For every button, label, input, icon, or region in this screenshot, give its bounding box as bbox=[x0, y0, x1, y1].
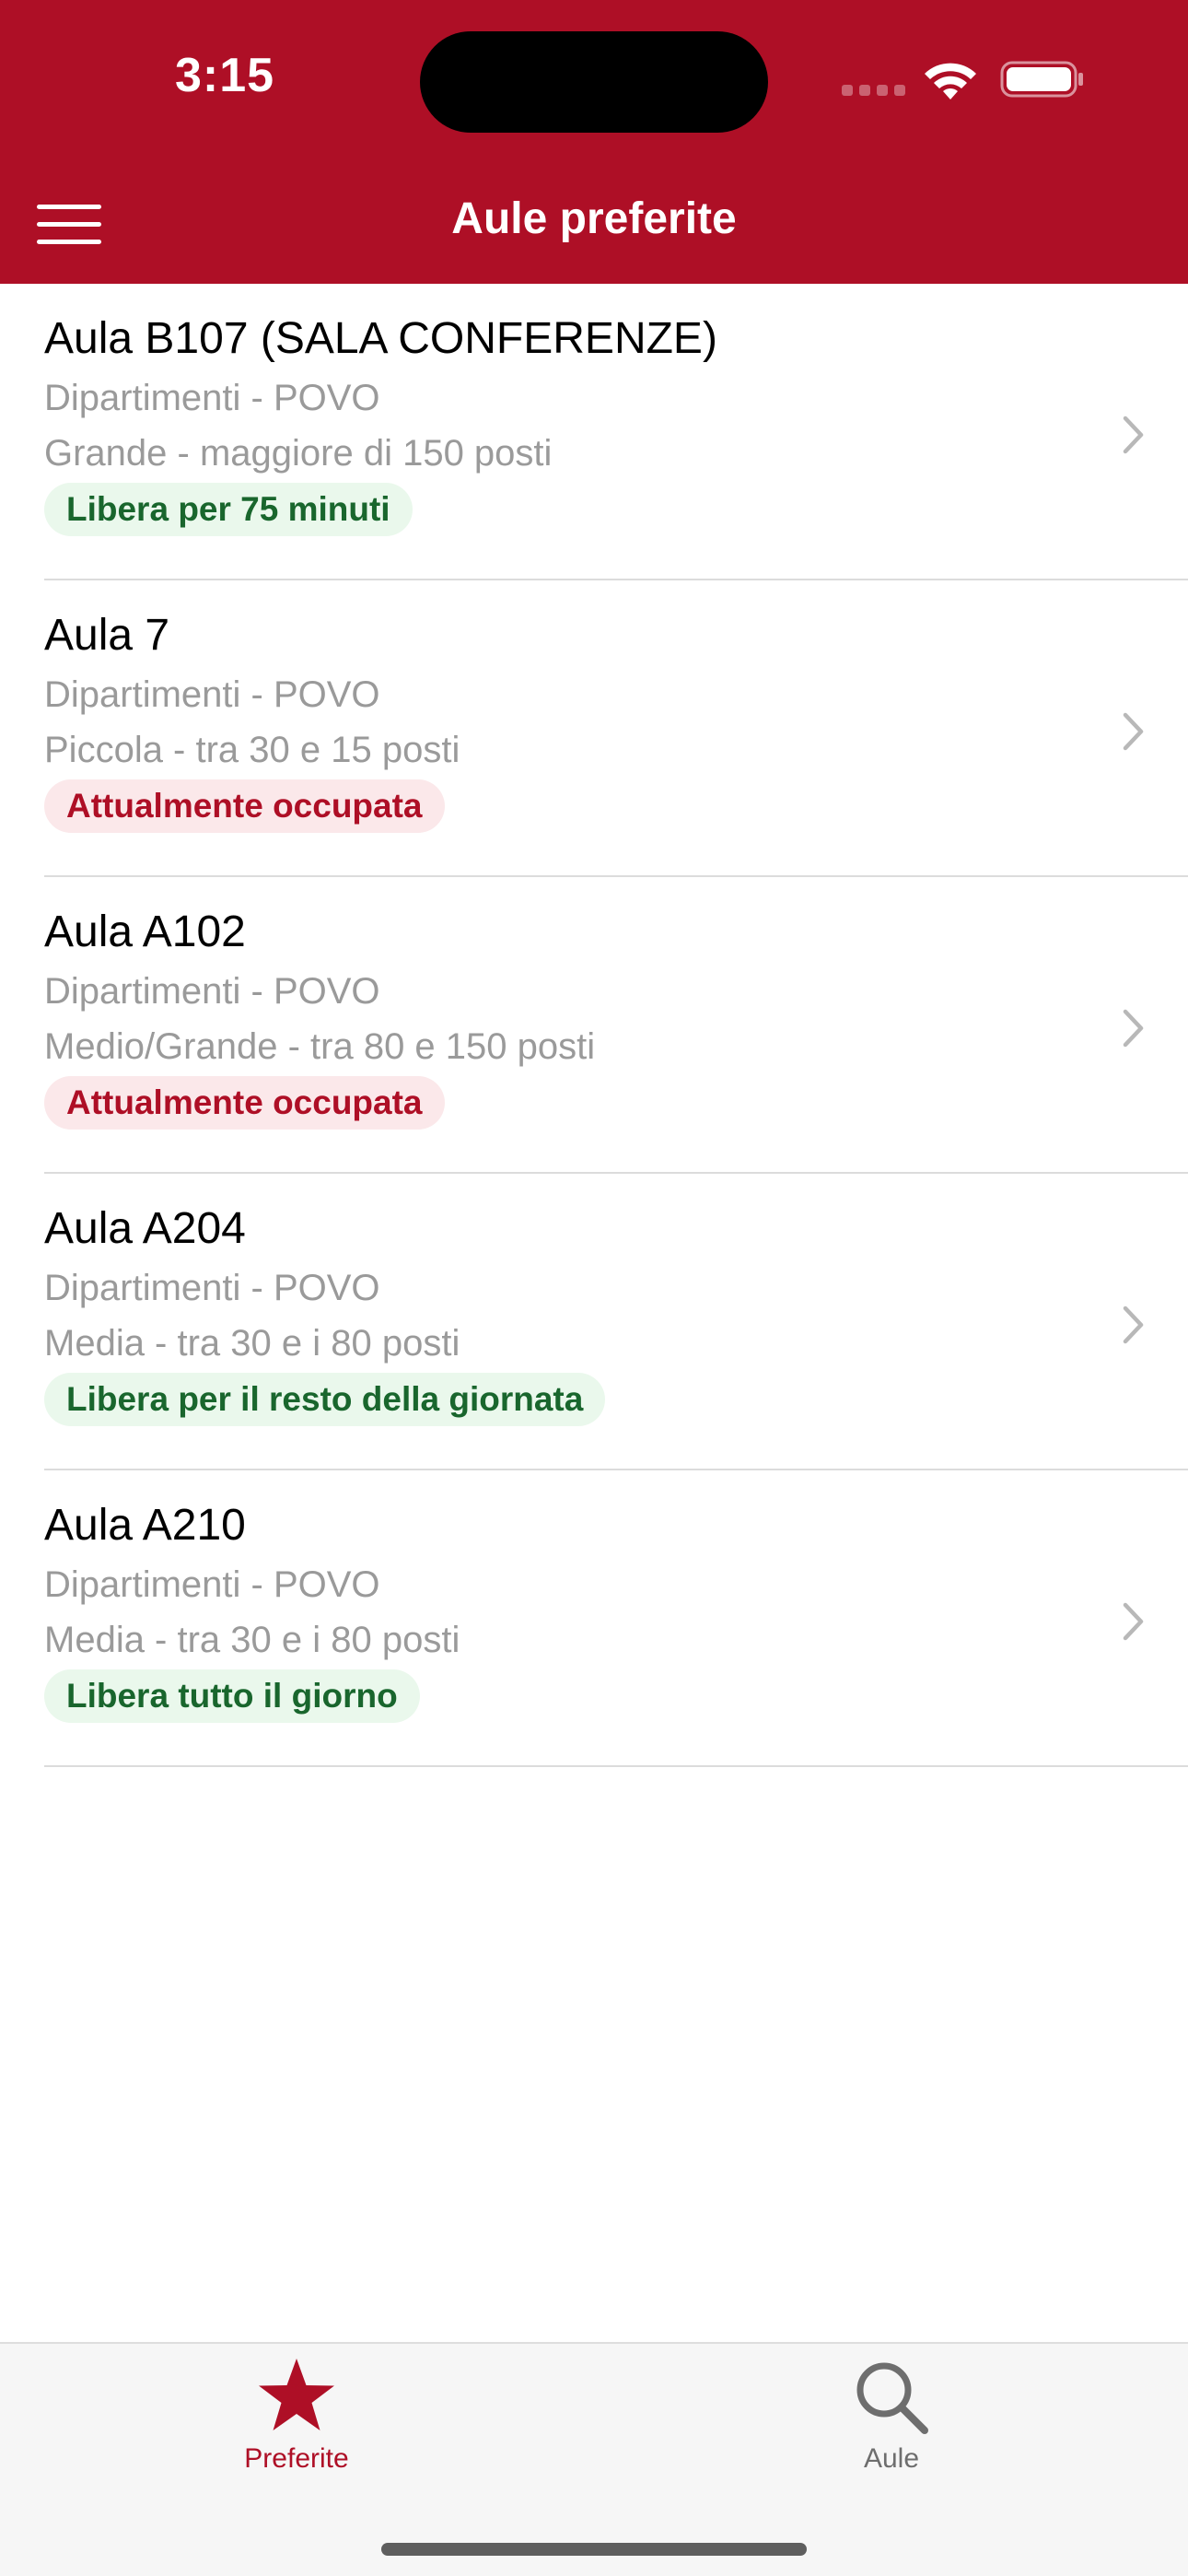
status-badge: Libera per il resto della giornata bbox=[44, 1373, 606, 1426]
battery-icon bbox=[1000, 61, 1083, 98]
chevron-right-icon bbox=[1123, 416, 1144, 454]
room-title: Aula 7 bbox=[44, 611, 170, 660]
room-size: Grande - maggiore di 150 posti bbox=[44, 433, 553, 474]
room-title: Aula A210 bbox=[44, 1501, 246, 1550]
status-badge: Libera per 75 minuti bbox=[44, 483, 413, 536]
room-department: Dipartimenti - POVO bbox=[44, 378, 380, 418]
status-badge: Libera tutto il giorno bbox=[44, 1669, 420, 1723]
tab-bar: Preferite Aule bbox=[0, 2342, 1188, 2576]
dynamic-island bbox=[420, 31, 768, 133]
room-title: Aula A204 bbox=[44, 1204, 246, 1253]
room-size: Media - tra 30 e i 80 posti bbox=[44, 1620, 460, 1660]
room-title: Aula B107 (SALA CONFERENZE) bbox=[44, 314, 717, 363]
home-indicator bbox=[381, 2543, 807, 2556]
list-item[interactable]: Aula B107 (SALA CONFERENZE) Dipartimenti… bbox=[0, 284, 1188, 580]
list-item[interactable]: Aula A204 Dipartimenti - POVO Media - tr… bbox=[0, 1174, 1188, 1470]
list-item[interactable]: Aula A102 Dipartimenti - POVO Medio/Gran… bbox=[0, 877, 1188, 1174]
chevron-right-icon bbox=[1123, 1602, 1144, 1641]
room-title: Aula A102 bbox=[44, 907, 246, 956]
room-size: Media - tra 30 e i 80 posti bbox=[44, 1323, 460, 1364]
room-department: Dipartimenti - POVO bbox=[44, 1564, 380, 1605]
list-item[interactable]: Aula 7 Dipartimenti - POVO Piccola - tra… bbox=[0, 580, 1188, 877]
status-badge: Attualmente occupata bbox=[44, 779, 445, 833]
wifi-icon bbox=[925, 63, 976, 100]
favorite-rooms-list: Aula B107 (SALA CONFERENZE) Dipartimenti… bbox=[0, 284, 1188, 1767]
page-title: Aule preferite bbox=[451, 194, 737, 243]
search-icon bbox=[856, 2362, 928, 2434]
tab-label: Preferite bbox=[244, 2443, 349, 2474]
tab-search[interactable]: Aule bbox=[753, 2344, 1030, 2510]
room-department: Dipartimenti - POVO bbox=[44, 674, 380, 715]
status-badge: Attualmente occupata bbox=[44, 1076, 445, 1130]
room-size: Piccola - tra 30 e 15 posti bbox=[44, 730, 460, 770]
room-size: Medio/Grande - tra 80 e 150 posti bbox=[44, 1026, 596, 1067]
navigation-header: 3:15 Aule preferite bbox=[0, 0, 1188, 284]
star-icon bbox=[259, 2359, 334, 2430]
chevron-right-icon bbox=[1123, 1306, 1144, 1344]
chevron-right-icon bbox=[1123, 1009, 1144, 1048]
status-time: 3:15 bbox=[175, 49, 275, 102]
chevron-right-icon bbox=[1123, 712, 1144, 751]
tab-favorites[interactable]: Preferite bbox=[158, 2344, 435, 2510]
room-department: Dipartimenti - POVO bbox=[44, 1268, 380, 1308]
room-department: Dipartimenti - POVO bbox=[44, 971, 380, 1012]
list-item[interactable]: Aula A210 Dipartimenti - POVO Media - tr… bbox=[0, 1470, 1188, 1767]
cellular-signal-icon bbox=[842, 85, 905, 96]
tab-label: Aule bbox=[863, 2443, 920, 2474]
